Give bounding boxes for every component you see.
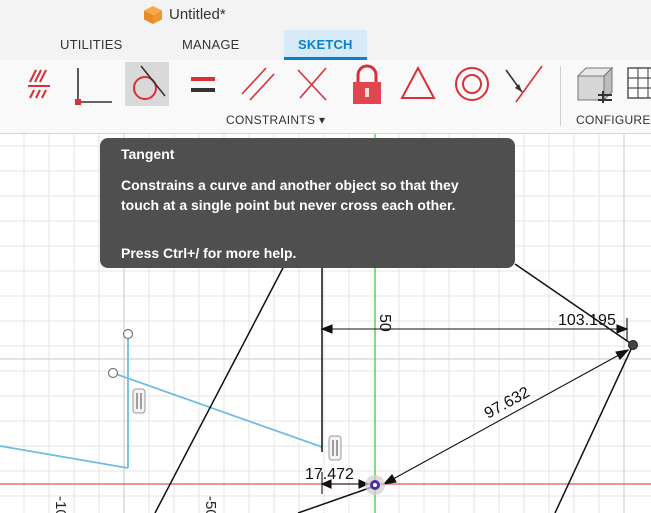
dimension-lines[interactable] [320, 318, 630, 494]
configure-button[interactable] [572, 62, 616, 106]
configure-group-label[interactable]: CONFIGURE [576, 113, 651, 127]
table-icon [627, 67, 651, 99]
constraints-group-label[interactable]: CONSTRAINTS ▾ [226, 113, 325, 127]
sketch-point[interactable] [107, 367, 119, 379]
symmetry-button[interactable] [396, 62, 440, 106]
dimension-label[interactable]: 103.195 [558, 312, 616, 329]
tangent-button[interactable] [125, 62, 169, 106]
dimension-label[interactable]: 17.472 [305, 466, 354, 483]
document-cube-icon [144, 6, 162, 24]
tangent-tooltip: Tangent Constrains a curve and another o… [100, 138, 515, 268]
origin-point[interactable] [365, 475, 385, 495]
midpoint-icon [505, 65, 543, 103]
sketch-point[interactable] [122, 328, 134, 340]
perpendicular-icon [297, 67, 327, 101]
parallel-constraint-glyph[interactable] [328, 435, 342, 461]
toolbar-separator [560, 66, 561, 126]
equal-button[interactable] [181, 62, 225, 106]
title-bar: Untitled* [0, 0, 651, 30]
table-button[interactable] [624, 62, 651, 106]
equal-icon [191, 77, 215, 92]
triangle-icon [400, 65, 436, 99]
tangent-icon [133, 65, 166, 100]
parallel-constraint-glyph[interactable] [132, 388, 146, 414]
ribbon-tabs: UTILITIES MANAGE SKETCH [0, 30, 651, 60]
sketch-lines-black[interactable] [154, 263, 634, 513]
tooltip-title: Tangent [121, 146, 175, 162]
axis-tick-label: -10 [52, 496, 69, 513]
tooltip-description: Constrains a curve and another object so… [121, 177, 459, 213]
fix-constraint-icon [28, 69, 50, 99]
sketch-point[interactable] [628, 340, 638, 350]
concentric-icon [455, 67, 489, 101]
parallel-icon [241, 67, 275, 101]
fix-unfix-button[interactable] [345, 62, 389, 106]
perpendicular-button[interactable] [290, 62, 334, 106]
tooltip-help-hint: Press Ctrl+/ for more help. [121, 245, 297, 261]
lock-icon [353, 64, 381, 104]
tab-utilities[interactable]: UTILITIES [60, 37, 122, 52]
ribbon-toolbar: CONSTRAINTS ▾ CONFIGURE [0, 60, 651, 134]
tab-sketch[interactable]: SKETCH [284, 30, 367, 60]
axis-tick-label: -50 [202, 496, 219, 513]
tab-manage[interactable]: MANAGE [182, 37, 240, 52]
coincident-button[interactable] [70, 62, 114, 106]
fix-constraint-button[interactable] [16, 62, 60, 106]
configure-box-icon [576, 66, 614, 103]
coincident-perpendicular-icon [75, 68, 112, 105]
dimension-label[interactable]: 50 [376, 314, 393, 332]
parallel-button[interactable] [236, 62, 280, 106]
midpoint-button[interactable] [502, 62, 546, 106]
concentric-button[interactable] [450, 62, 494, 106]
document-title: Untitled* [169, 6, 226, 23]
